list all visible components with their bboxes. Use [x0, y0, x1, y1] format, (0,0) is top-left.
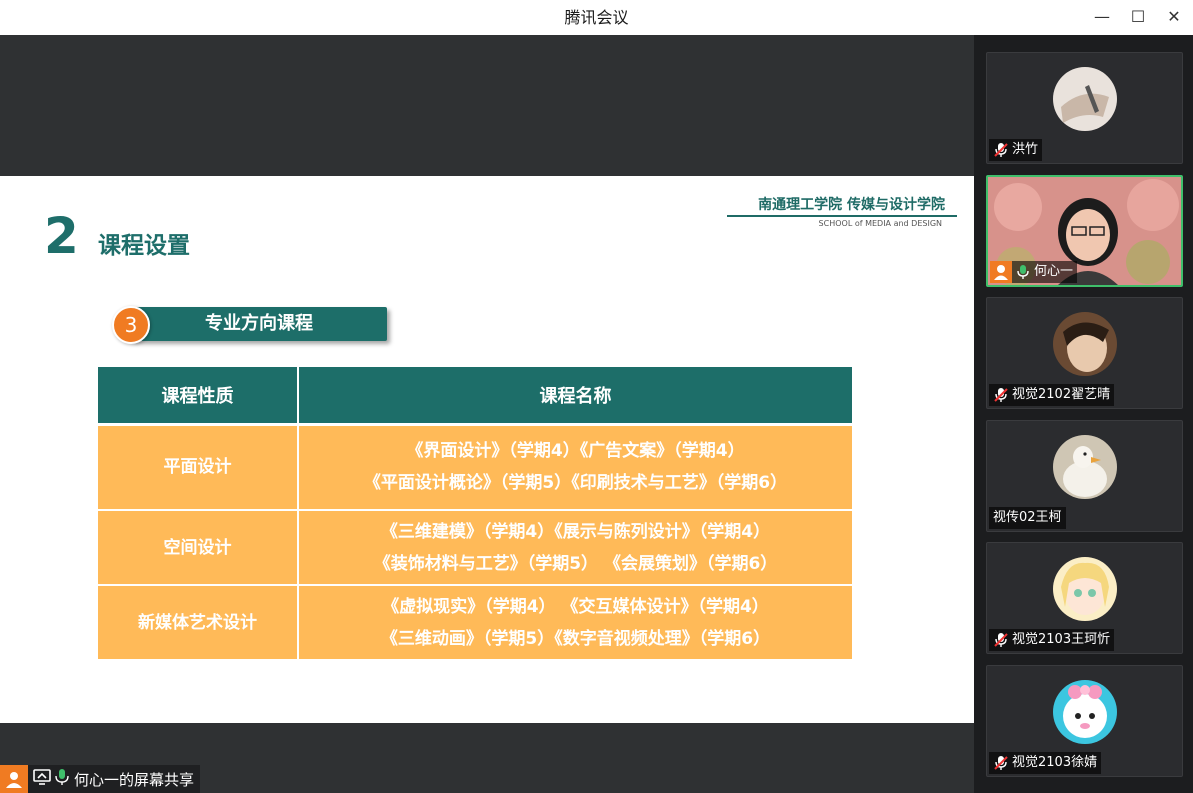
course-line: 《虚拟现实》（学期4） 《交互媒体设计》（学期4）	[382, 596, 769, 617]
course-line: 《装饰材料与工艺》（学期5） 《会展策划》（学期6）	[373, 553, 778, 574]
course-line: 《界面设计》（学期4）《广告文案》（学期4）	[406, 441, 745, 462]
title-bar: 腾讯会议 — ☐ ✕	[0, 0, 1193, 35]
school-name-en: SCHOOL of MEDIA and DESIGN	[818, 219, 942, 228]
table-row: 空间设计 《三维建模》（学期4）《展示与陈列设计》（学期4） 《装饰材料与工艺》…	[98, 510, 852, 586]
screen-share-bar[interactable]: 何心一的屏幕共享	[0, 765, 201, 793]
participant-avatar	[1053, 67, 1117, 131]
participant-avatar	[1053, 557, 1117, 621]
courses-cell: 《虚拟现实》（学期4） 《交互媒体设计》（学期4） 《三维动画》（学期5）《数字…	[298, 585, 852, 661]
course-line: 《平面设计概论》（学期5）《印刷技术与工艺》（学期6）	[363, 473, 788, 494]
participant-tile[interactable]: 视觉2103王珂忻	[986, 542, 1183, 654]
mic-muted-icon	[994, 756, 1008, 770]
column-header-category: 课程性质	[98, 367, 299, 426]
participant-avatar	[1053, 435, 1117, 499]
table-row: 平面设计 《界面设计》（学期4）《广告文案》（学期4） 《平面设计概论》（学期5…	[98, 424, 852, 511]
school-logo: 南通理工学院 传媒与设计学院 SCHOOL of MEDIA and DESIG…	[727, 196, 957, 228]
course-table: 课程性质 课程名称 平面设计 《界面设计》（学期4）《广告文案》（学期4） 《平…	[98, 367, 852, 661]
participant-tile-active[interactable]: 何心一	[986, 175, 1183, 287]
host-person-icon	[990, 261, 1012, 283]
minimize-button[interactable]: —	[1089, 5, 1115, 29]
participant-name: 视传02王柯	[993, 510, 1062, 525]
section-title: 课程设置	[98, 233, 190, 259]
school-name-cn: 南通理工学院 传媒与设计学院	[758, 197, 945, 213]
category-cell: 空间设计	[98, 510, 299, 586]
participant-tile[interactable]: 洪竹	[986, 52, 1183, 164]
participant-avatar	[1053, 680, 1117, 744]
subsection-banner: 专业方向课程	[131, 307, 387, 341]
category-cell: 新媒体艺术设计	[98, 585, 299, 661]
participant-panel: 洪竹 何心一 视觉2102翟艺晴 视传02王柯 视觉2103王珂忻 视觉2103…	[974, 35, 1193, 793]
participant-name-tag: 视传02王柯	[989, 507, 1066, 529]
mic-muted-icon	[994, 388, 1008, 402]
participant-name-tag: 视觉2102翟艺晴	[989, 384, 1115, 406]
close-button[interactable]: ✕	[1161, 5, 1187, 29]
banner-number-badge: 3	[112, 306, 150, 344]
column-header-courses: 课程名称	[298, 367, 852, 426]
participant-avatar	[1053, 312, 1117, 376]
shared-screen-area: 南通理工学院 传媒与设计学院 SCHOOL of MEDIA and DESIG…	[0, 35, 974, 793]
participant-name: 视觉2103王珂忻	[1012, 632, 1111, 647]
category-cell: 平面设计	[98, 424, 299, 511]
courses-cell: 《界面设计》（学期4）《广告文案》（学期4） 《平面设计概论》（学期5）《印刷技…	[298, 424, 852, 511]
mic-muted-icon	[994, 143, 1008, 157]
participant-name-tag: 洪竹	[989, 139, 1043, 161]
participant-name-tag: 何心一	[990, 261, 1078, 283]
table-row: 新媒体艺术设计 《虚拟现实》（学期4） 《交互媒体设计》（学期4） 《三维动画》…	[98, 585, 852, 661]
course-line: 《三维动画》（学期5）《数字音视频处理》（学期6）	[380, 628, 771, 649]
participant-name: 洪竹	[1012, 142, 1039, 157]
courses-cell: 《三维建模》（学期4）《展示与陈列设计》（学期4） 《装饰材料与工艺》（学期5）…	[298, 510, 852, 586]
course-line: 《三维建模》（学期4）《展示与陈列设计》（学期4）	[380, 521, 771, 542]
section-number: 2	[44, 207, 79, 265]
mic-active-icon	[55, 768, 69, 790]
screen-share-label: 何心一的屏幕共享	[74, 770, 195, 789]
maximize-button[interactable]: ☐	[1125, 5, 1151, 29]
mic-active-icon	[1017, 265, 1029, 279]
participant-tile[interactable]: 视觉2103徐婧	[986, 665, 1183, 777]
participant-name-tag: 视觉2103徐婧	[989, 752, 1102, 774]
presentation-slide: 南通理工学院 传媒与设计学院 SCHOOL of MEDIA and DESIG…	[0, 176, 974, 723]
participant-tile[interactable]: 视传02王柯	[986, 420, 1183, 532]
window-title: 腾讯会议	[564, 8, 629, 27]
participant-name: 视觉2103徐婧	[1012, 755, 1098, 770]
participant-name: 何心一	[1034, 264, 1074, 279]
mic-muted-icon	[994, 633, 1008, 647]
participant-tile[interactable]: 视觉2102翟艺晴	[986, 297, 1183, 409]
screen-share-icon	[33, 769, 51, 789]
school-divider	[727, 215, 957, 217]
banner-title: 专业方向课程	[205, 313, 313, 334]
participant-name-tag: 视觉2103王珂忻	[989, 629, 1115, 651]
person-icon	[0, 765, 28, 793]
participant-name: 视觉2102翟艺晴	[1012, 387, 1111, 402]
